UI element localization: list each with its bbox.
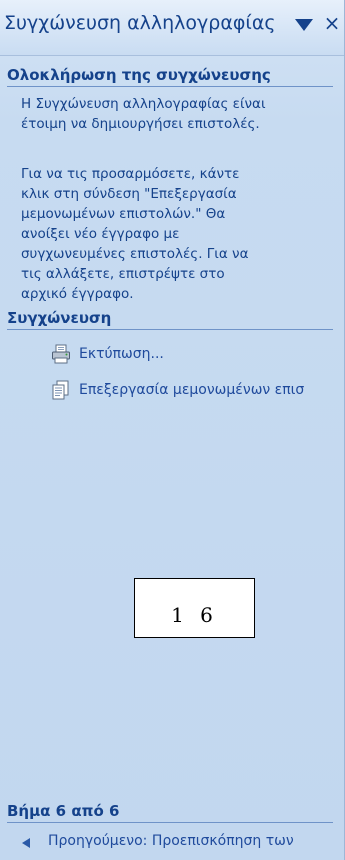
edit-individual-letters-link[interactable]: Επεξεργασία μεμονωμένων επισ [50,378,344,402]
completion-section-heading: Ολοκλήρωση της συγχώνευσης [7,66,271,84]
section-divider [7,329,333,330]
back-arrow-icon[interactable] [22,838,30,848]
printer-icon [52,344,70,364]
task-pane-title-bar: Συγχώνευση αλληλογραφίας × [0,0,344,56]
instruction-line: τις αλλάξετε, επιστρέψτε στο [21,266,225,282]
instruction-line: αρχικό έγγραφο. [21,286,134,302]
edit-individual-letters-label: Επεξεργασία μεμονωμένων επισ [79,382,305,398]
instruction-line: ανοίξει νέο έγγραφο με [21,226,180,242]
page-number-box: 1 6 [134,578,255,638]
wizard-step-indicator: Βήμα 6 από 6 [7,802,120,820]
instruction-line: μεμονωμένων επιστολών." Θα [21,206,226,222]
merge-section-heading: Συγχώνευση [7,309,112,327]
customize-instructions: Για να τις προσαρμόσετε, κάντε κλικ στη … [21,164,336,304]
mail-merge-task-pane: Συγχώνευση αλληλογραφίας × Ολοκλήρωση τη… [0,0,345,860]
print-link-label: Εκτύπωση... [79,346,164,362]
section-divider [7,86,333,87]
instruction-line: κλικ στη σύνδεση "Επεξεργασία [21,186,237,202]
previous-step-label: Προηγούμενο: Προεπισκόπηση των [48,833,294,849]
instruction-line: Για να τις προσαρμόσετε, κάντε [21,166,240,182]
close-icon[interactable]: × [323,11,341,35]
ready-text-line: έτοιμη να δημιουργήσει επιστολές. [21,116,260,132]
chevron-down-icon[interactable] [295,19,313,31]
print-link[interactable]: Εκτύπωση... [50,342,340,366]
task-pane-title: Συγχώνευση αλληλογραφίας [4,12,276,34]
page-number: 1 6 [171,603,218,627]
section-divider [7,822,333,823]
ready-text: Η Συγχώνευση αλληλογραφίας είναι έτοιμη … [21,94,336,134]
previous-step-link[interactable]: Προηγούμενο: Προεπισκόπηση των [48,831,344,855]
ready-text-line: Η Συγχώνευση αλληλογραφίας είναι [21,96,266,112]
documents-icon [52,380,69,400]
instruction-line: συγχωνευμένες επιστολές. Για να [21,246,249,262]
